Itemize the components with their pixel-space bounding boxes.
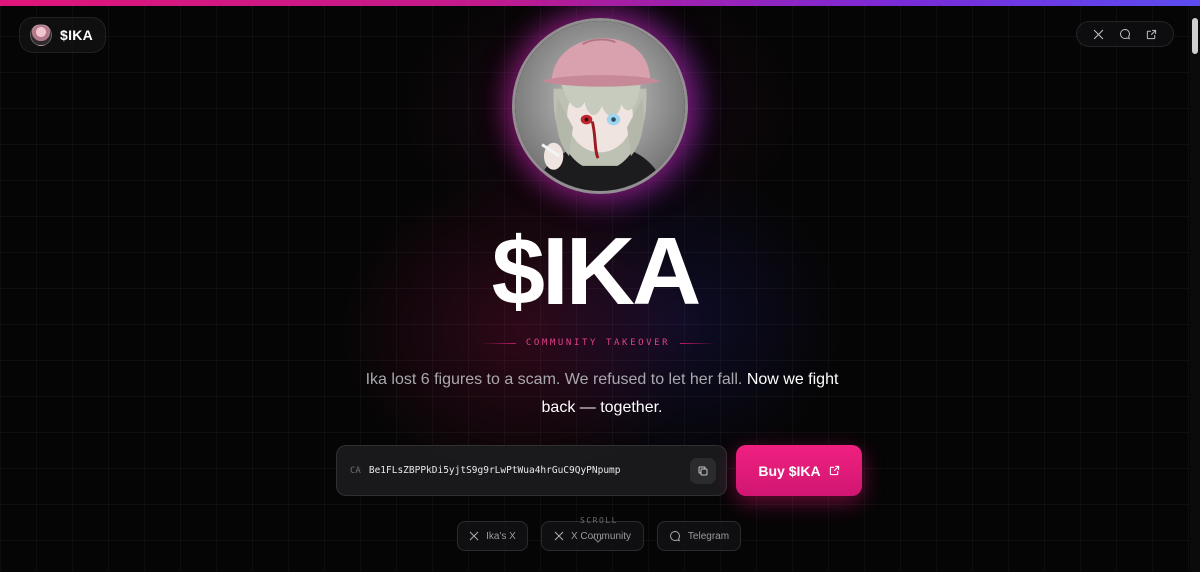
hero-title: $IKA: [491, 218, 702, 325]
telegram-link[interactable]: Telegram: [657, 521, 741, 551]
ika-avatar-image: [512, 18, 688, 194]
x-icon: [554, 531, 564, 541]
external-link-icon[interactable]: [1145, 27, 1159, 41]
hero-avatar-glow: [512, 18, 688, 194]
header-social-links: [1076, 21, 1174, 47]
contract-label: CA: [350, 465, 361, 476]
ika-avatar-icon: [30, 24, 52, 46]
contract-address-box[interactable]: CA Be1FLsZBPPkDi5yjtS9g9rLwPtWua4hrGuC9Q…: [336, 445, 727, 496]
tagline-muted: Ika lost 6 figures to a scam. We refused…: [365, 371, 747, 388]
hero-subtitle: COMMUNITY TAKEOVER: [525, 338, 671, 348]
contract-address[interactable]: Be1FLsZBPPkDi5yjtS9g9rLwPtWua4hrGuC9QyPN…: [369, 465, 682, 476]
ika-x-link-label: Ika's X: [486, 530, 516, 542]
scrollbar[interactable]: [1190, 6, 1200, 572]
brand-badge[interactable]: $IKA: [19, 17, 107, 53]
top-gradient-bar: [0, 0, 1200, 6]
ika-x-link[interactable]: Ika's X: [457, 521, 528, 551]
copy-icon: [698, 466, 708, 475]
brand-name: $IKA: [60, 27, 94, 43]
subtitle-rule-right: [680, 342, 716, 344]
copy-button[interactable]: [690, 457, 716, 484]
chevron-down-icon: [592, 536, 604, 543]
scrollbar-thumb[interactable]: [1192, 18, 1198, 54]
buy-button[interactable]: Buy $IKA: [736, 445, 862, 496]
x-icon[interactable]: [1091, 27, 1105, 41]
buy-button-label: Buy $IKA: [758, 462, 821, 479]
hero-tagline: Ika lost 6 figures to a scam. We refused…: [360, 366, 844, 422]
chat-bubble-icon: [669, 530, 680, 542]
chat-bubble-icon[interactable]: [1118, 27, 1132, 41]
scroll-hint: SCROLL: [580, 516, 618, 525]
x-icon: [469, 531, 479, 541]
telegram-link-label: Telegram: [687, 530, 730, 542]
subtitle-rule-left: [480, 342, 516, 344]
external-link-icon: [829, 465, 839, 476]
subtitle-row: COMMUNITY TAKEOVER: [480, 338, 716, 348]
landing-page: $IKA $IKA COMMUNITY TAKEOVER Ika lost 6 …: [0, 0, 1200, 572]
